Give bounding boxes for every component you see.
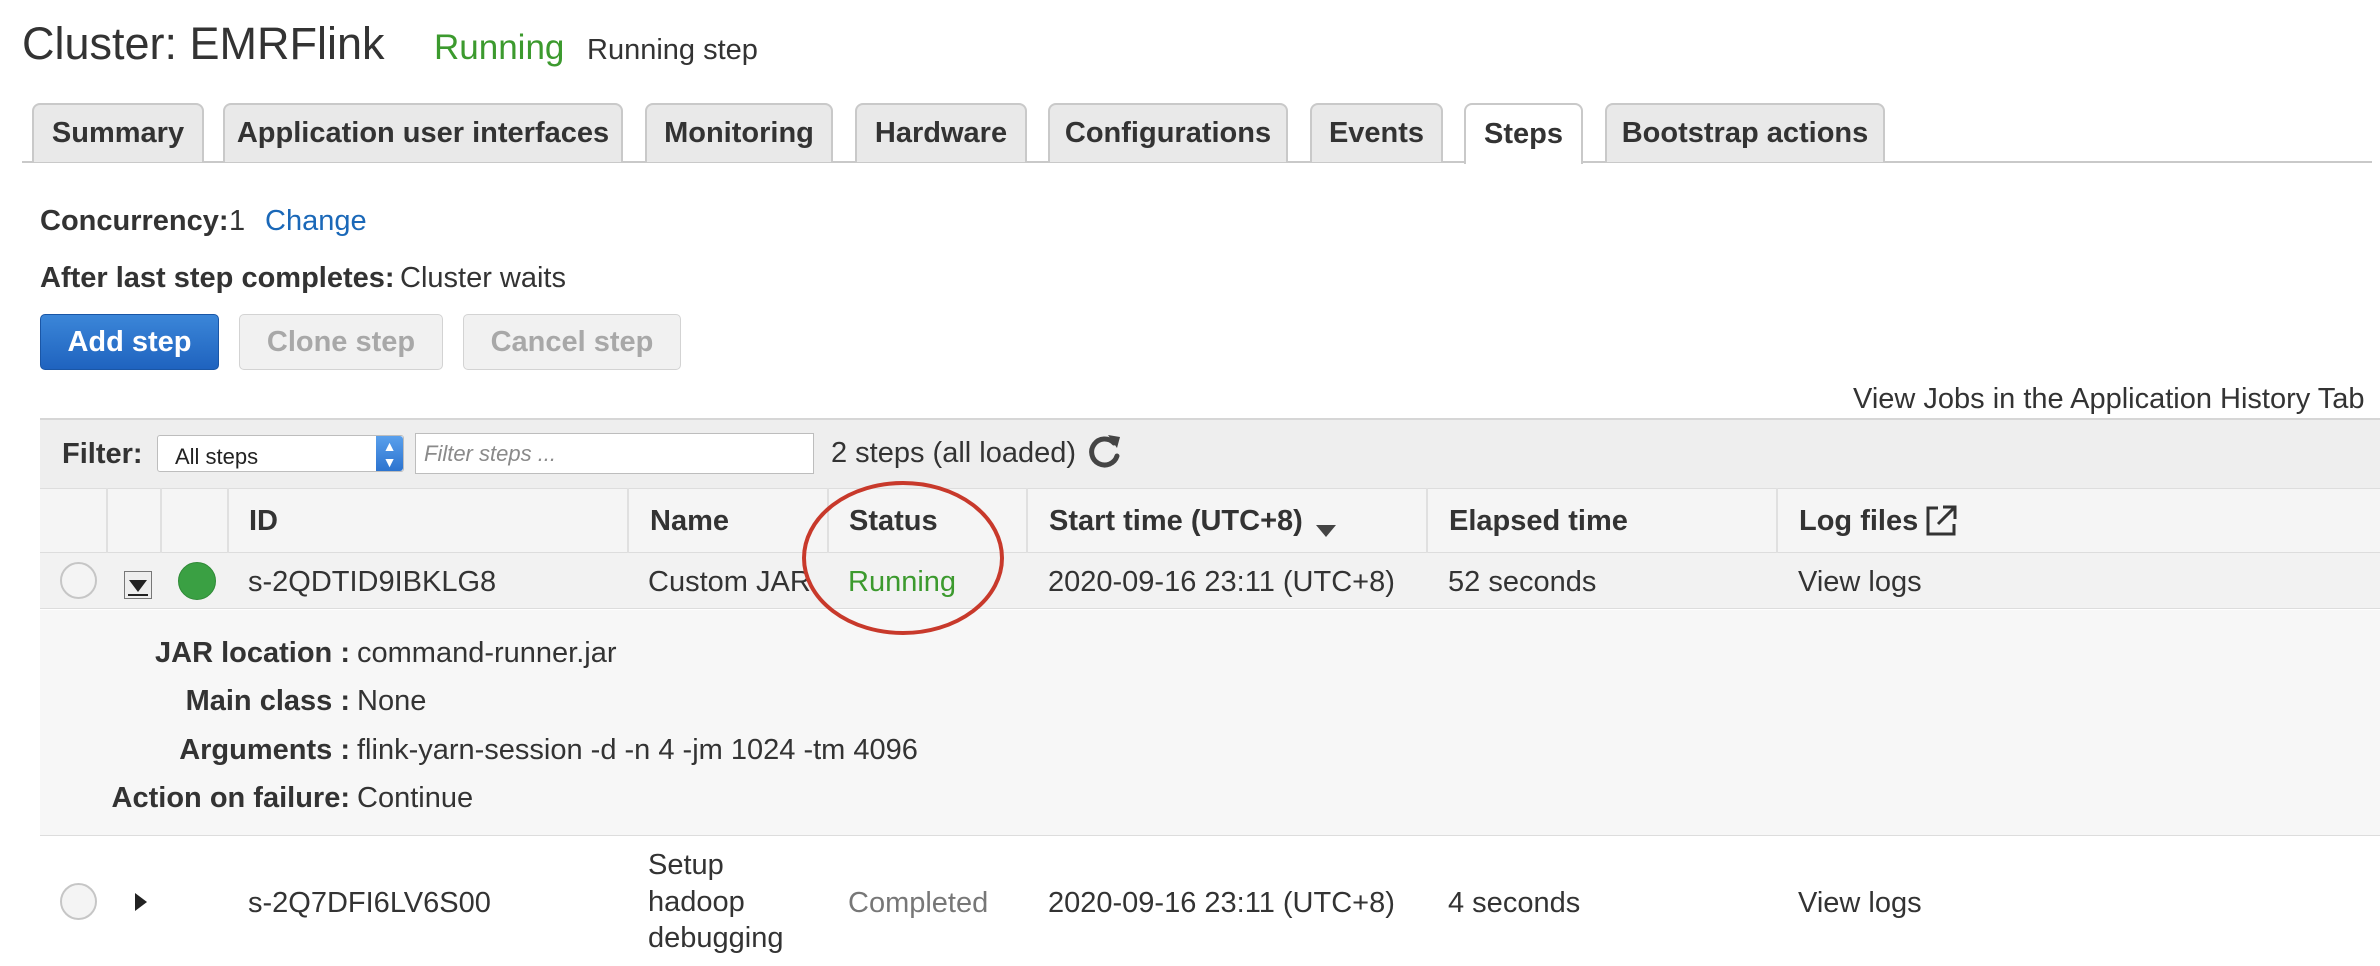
tab-steps[interactable]: Steps xyxy=(1464,103,1583,164)
cancel-step-button[interactable]: Cancel step xyxy=(463,314,681,370)
column-divider xyxy=(1426,488,1428,553)
tab-summary[interactable]: Summary xyxy=(32,103,204,162)
step-elapsed-time: 52 seconds xyxy=(1448,566,1597,598)
jar-location-value: command-runner.jar xyxy=(357,637,617,669)
step-filter-select[interactable]: All steps xyxy=(157,435,404,472)
view-logs-link[interactable]: View logs xyxy=(1798,566,1922,599)
step-id: s-2Q7DFI6LV6S00 xyxy=(248,887,491,919)
arguments-value: flink-yarn-session -d -n 4 -jm 1024 -tm … xyxy=(357,734,918,766)
tab-bootstrap-actions[interactable]: Bootstrap actions xyxy=(1605,103,1885,162)
external-link-icon[interactable] xyxy=(1924,504,1958,543)
refresh-icon[interactable] xyxy=(1084,432,1124,472)
expand-arrow-icon[interactable] xyxy=(131,890,151,919)
step-select-radio[interactable] xyxy=(60,562,97,599)
tab-configurations[interactable]: Configurations xyxy=(1048,103,1288,162)
concurrency-label: Concurrency: xyxy=(40,205,229,237)
action-on-failure-label: Action on failure: xyxy=(111,782,350,814)
column-header-start-time[interactable]: Start time (UTC+8) xyxy=(1049,505,1303,538)
action-on-failure-value: Continue xyxy=(357,782,474,814)
cluster-state: Running xyxy=(434,28,565,67)
main-class-label: Main class : xyxy=(185,685,350,717)
column-divider xyxy=(627,488,629,553)
filter-label: Filter: xyxy=(62,438,143,470)
column-header-id[interactable]: ID xyxy=(249,505,278,538)
step-status: Completed xyxy=(848,887,989,919)
add-step-button[interactable]: Add step xyxy=(40,314,219,370)
sort-descending-icon[interactable] xyxy=(1315,524,1337,543)
step-name-line: hadoop xyxy=(648,886,745,918)
step-id: s-2QDTID9IBKLG8 xyxy=(248,566,497,598)
column-divider xyxy=(227,488,229,553)
tab-application-user-interfaces[interactable]: Application user interfaces xyxy=(223,103,623,162)
column-header-log-files[interactable]: Log files xyxy=(1799,505,1918,538)
filter-steps-input[interactable] xyxy=(415,433,814,474)
column-divider xyxy=(106,488,108,553)
step-name-line: debugging xyxy=(648,922,784,954)
jar-location-label: JAR location : xyxy=(155,637,350,669)
step-start-time: 2020-09-16 23:11 (UTC+8) xyxy=(1048,887,1395,919)
clone-step-button[interactable]: Clone step xyxy=(239,314,443,370)
steps-count: 2 steps (all loaded) xyxy=(831,437,1077,469)
column-divider xyxy=(160,488,162,553)
concurrency-value: 1 xyxy=(229,205,246,237)
running-status-icon xyxy=(178,562,216,600)
step-select-radio[interactable] xyxy=(60,883,97,920)
select-arrows-icon[interactable]: ▲ ▼ xyxy=(376,436,403,471)
view-logs-link[interactable]: View logs xyxy=(1798,887,1922,920)
main-class-value: None xyxy=(357,685,427,717)
cluster-substate: Running step xyxy=(587,34,758,66)
column-header-name[interactable]: Name xyxy=(650,505,729,538)
tab-hardware[interactable]: Hardware xyxy=(855,103,1027,162)
change-concurrency-link[interactable]: Change xyxy=(265,205,367,238)
tab-events[interactable]: Events xyxy=(1310,103,1443,162)
annotation-circle xyxy=(800,478,1010,638)
collapse-toggle-icon[interactable] xyxy=(124,571,152,599)
step-elapsed-time: 4 seconds xyxy=(1448,887,1581,919)
step-name: Custom JAR xyxy=(648,566,811,598)
tab-monitoring[interactable]: Monitoring xyxy=(645,103,833,162)
step-name-line: Setup xyxy=(648,849,724,881)
step-start-time: 2020-09-16 23:11 (UTC+8) xyxy=(1048,566,1395,598)
view-jobs-history-link[interactable]: View Jobs in the Application History Tab xyxy=(1853,383,2365,416)
column-header-elapsed-time[interactable]: Elapsed time xyxy=(1449,505,1628,538)
column-divider xyxy=(1026,488,1028,553)
cluster-title: Cluster: EMRFlink xyxy=(22,18,385,69)
after-last-step-label: After last step completes: xyxy=(40,262,395,294)
arguments-label: Arguments : xyxy=(179,734,350,766)
column-divider xyxy=(1776,488,1778,553)
after-last-step-value: Cluster waits xyxy=(400,262,566,294)
